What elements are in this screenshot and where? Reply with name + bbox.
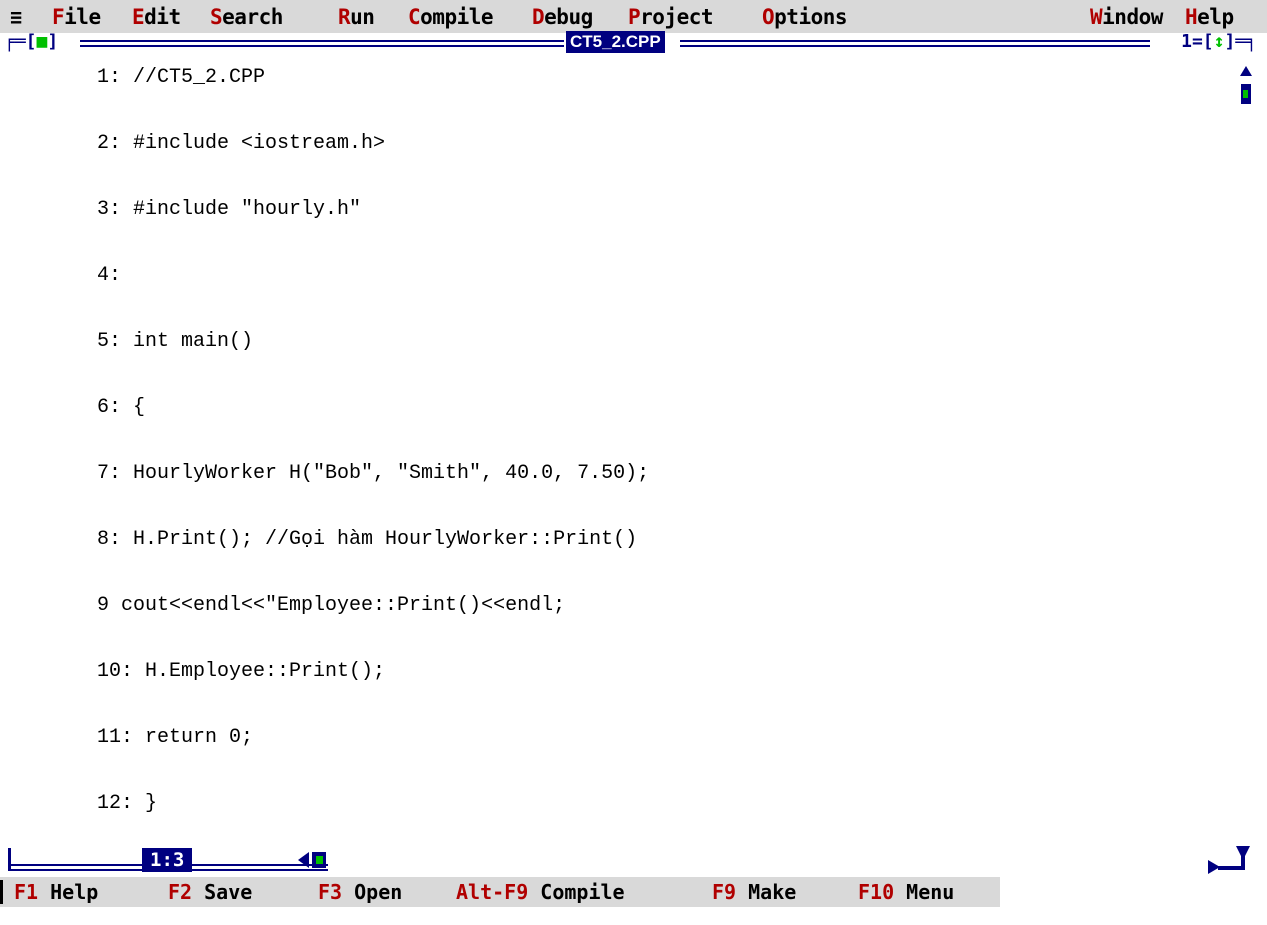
code-editor[interactable]: 1: //CT5_2.CPP 2: #include <iostream.h> … [0, 58, 1234, 838]
code-line[interactable]: 12: } [97, 789, 157, 819]
frame-corner [8, 848, 11, 870]
menu-project[interactable]: Project [628, 6, 714, 28]
system-menu-icon[interactable]: ≡ [10, 6, 22, 28]
scroll-right-arrow-icon[interactable] [1208, 860, 1220, 874]
resize-corner-icon[interactable] [1208, 846, 1252, 876]
code-line[interactable]: 6: { [97, 393, 145, 423]
frame-top-line-left-2 [80, 45, 564, 47]
menu-debug[interactable]: Debug [532, 6, 593, 28]
frame-top-line-right [680, 40, 1150, 42]
code-line[interactable]: 11: return 0; [97, 723, 253, 753]
menu-window[interactable]: Window [1090, 6, 1163, 28]
menu-options[interactable]: Options [762, 6, 848, 28]
menu-search[interactable]: Search [210, 6, 283, 28]
code-line[interactable]: 1: //CT5_2.CPP [97, 63, 265, 93]
window-number-box[interactable]: 1=[↕]═╕ [1181, 31, 1257, 53]
status-help[interactable]: F1 Help [14, 880, 98, 904]
code-line[interactable]: 8: H.Print(); //Gọi hàm HourlyWorker::Pr… [97, 525, 637, 555]
window-close-box[interactable]: ╒═[■] [4, 31, 58, 53]
zoom-icon[interactable]: ↕ [1214, 31, 1225, 52]
menu-run[interactable]: Run [338, 6, 375, 28]
code-line[interactable]: 9 cout<<endl<<"Employee::Print()<<endl; [97, 591, 565, 621]
code-line[interactable]: 10: H.Employee::Print(); [97, 657, 385, 687]
code-line[interactable]: 5: int main() [97, 327, 253, 357]
window-title: CT5_2.CPP [566, 31, 665, 53]
frame-top-line-left [80, 40, 564, 42]
close-icon[interactable]: ■ [37, 31, 48, 52]
status-open[interactable]: F3 Open [318, 880, 402, 904]
code-line[interactable]: 3: #include "hourly.h" [97, 195, 361, 225]
scrollbar-thumb-marker [1243, 90, 1248, 98]
horizontal-scrollbar-marker [316, 856, 323, 864]
code-line[interactable]: 4: [97, 261, 121, 291]
menu-compile[interactable]: Compile [408, 6, 494, 28]
code-line[interactable]: 7: HourlyWorker H("Bob", "Smith", 40.0, … [97, 459, 649, 489]
menu-edit[interactable]: Edit [132, 6, 181, 28]
status-bar: F1 Help F2 Save F3 Open Alt-F9 Compile F… [0, 877, 1000, 907]
status-menu[interactable]: F10 Menu [858, 880, 954, 904]
resize-bar [1218, 866, 1245, 870]
menu-help[interactable]: Help [1185, 6, 1234, 28]
status-compile[interactable]: Alt-F9 Compile [456, 880, 625, 904]
cursor-position: 1:3 [142, 848, 193, 872]
status-bar-edge [0, 880, 3, 904]
menu-bar: ≡ File Edit Search Run Compile Debug Pro… [0, 0, 1267, 33]
scroll-left-arrow-icon[interactable] [298, 852, 309, 868]
scroll-up-arrow-icon[interactable] [1240, 66, 1252, 76]
vertical-scrollbar[interactable] [1238, 60, 1252, 110]
status-make[interactable]: F9 Make [712, 880, 796, 904]
code-line[interactable]: 2: #include <iostream.h> [97, 129, 385, 159]
frame-top-line-right-2 [680, 45, 1150, 47]
menu-file[interactable]: File [52, 6, 101, 28]
status-save[interactable]: F2 Save [168, 880, 252, 904]
